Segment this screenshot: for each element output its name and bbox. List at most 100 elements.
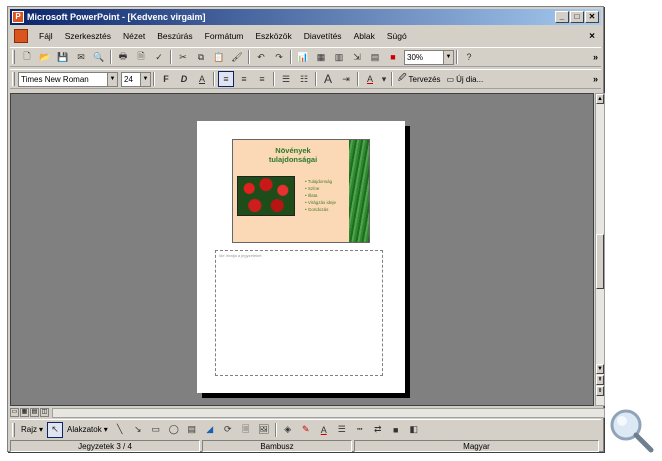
search-icon[interactable]: 🔍 xyxy=(91,49,107,65)
arrow-style-icon[interactable]: ⇄ xyxy=(370,422,386,438)
line-style-icon[interactable]: ☰ xyxy=(334,422,350,438)
cut-icon[interactable]: ✂ xyxy=(175,49,191,65)
font-size-select[interactable]: 24 ▼ xyxy=(121,71,151,87)
paste-icon[interactable]: 📋 xyxy=(211,49,227,65)
columns-icon[interactable]: ▥ xyxy=(331,49,347,65)
menu-tools[interactable]: Eszközök xyxy=(249,31,297,41)
copy-icon[interactable]: ⧉ xyxy=(193,49,209,65)
vertical-scrollbar[interactable]: ▲ ▼ ⇞ ⇟ xyxy=(595,93,605,406)
select-pointer-icon[interactable]: ↖ xyxy=(47,421,64,438)
horizontal-scrollbar[interactable] xyxy=(52,407,605,418)
toolbar-overflow-icon[interactable]: » xyxy=(593,74,598,84)
3d-icon[interactable]: ◧ xyxy=(406,422,422,438)
color-icon[interactable]: ■ xyxy=(385,49,401,65)
draw-menu-button[interactable]: Rajz ▾ xyxy=(21,425,43,434)
grid-icon[interactable]: ▤ xyxy=(367,49,383,65)
rectangle-icon[interactable]: ▭ xyxy=(148,422,164,438)
autoshapes-button[interactable]: Alakzatok ▾ xyxy=(67,425,108,434)
minimize-button[interactable]: _ xyxy=(555,11,569,23)
menu-slideshow[interactable]: Diavetítés xyxy=(298,31,348,41)
menu-edit[interactable]: Szerkesztés xyxy=(59,31,117,41)
bullets-icon[interactable]: ☷ xyxy=(296,71,312,87)
menu-window[interactable]: Ablak xyxy=(348,31,381,41)
email-icon[interactable]: ✉ xyxy=(73,49,89,65)
next-slide-icon[interactable]: ⇟ xyxy=(596,386,604,396)
help-icon[interactable]: ? xyxy=(461,49,477,65)
menu-file[interactable]: Fájl xyxy=(33,31,59,41)
spelling-icon[interactable]: ✓ xyxy=(151,49,167,65)
chevron-down-icon[interactable]: ▾ xyxy=(380,71,388,87)
menu-help[interactable]: Súgó xyxy=(381,31,413,41)
line-icon[interactable]: ╲ xyxy=(112,422,128,438)
menu-view[interactable]: Nézet xyxy=(117,31,151,41)
normal-view-button[interactable]: ▭ xyxy=(10,408,19,417)
table-icon[interactable]: ▦ xyxy=(313,49,329,65)
line-color-icon[interactable]: ✎ xyxy=(298,422,314,438)
notes-page[interactable]: Növények tulajdonságai • Tulajdonság • S… xyxy=(197,121,405,393)
oval-icon[interactable]: ◯ xyxy=(166,422,182,438)
print-icon[interactable]: 🖶 xyxy=(115,49,131,65)
previous-slide-icon[interactable]: ⇞ xyxy=(596,375,604,385)
numbering-icon[interactable]: ☰ xyxy=(278,71,294,87)
menu-insert[interactable]: Beszúrás xyxy=(151,31,198,41)
open-icon[interactable]: 📂 xyxy=(37,49,53,65)
slide-bullets: • Tulajdonság • Színe • Illata • Virágzá… xyxy=(305,178,336,213)
scroll-thumb[interactable] xyxy=(596,234,604,289)
scroll-down-icon[interactable]: ▼ xyxy=(596,364,604,374)
bold-button[interactable]: F xyxy=(158,71,174,87)
powerpoint-icon[interactable]: P xyxy=(12,11,24,23)
wordart-icon[interactable]: ◢ xyxy=(202,422,218,438)
align-center-icon[interactable]: ≡ xyxy=(236,71,252,87)
new-slide-button[interactable]: ▭ Új dia... xyxy=(447,75,484,84)
font-color-button[interactable]: A xyxy=(362,71,378,87)
toolbar-overflow-icon[interactable]: » xyxy=(593,52,598,62)
restore-button[interactable]: □ xyxy=(570,11,584,23)
indent-icon[interactable]: ⇥ xyxy=(338,71,354,87)
dash-style-icon[interactable]: ┅ xyxy=(352,422,368,438)
chevron-down-icon[interactable]: ▼ xyxy=(140,72,150,86)
slide-thumbnail[interactable]: Növények tulajdonságai • Tulajdonság • S… xyxy=(232,139,370,243)
undo-icon[interactable]: ↶ xyxy=(253,49,269,65)
autoshapes-label: Alakzatok xyxy=(67,425,102,434)
outline-view-button[interactable]: ▤ xyxy=(30,408,39,417)
text-color-icon[interactable]: A xyxy=(316,422,332,438)
slideshow-view-button[interactable]: ◫ xyxy=(40,408,49,417)
shadow-icon[interactable]: ■ xyxy=(388,422,404,438)
zoom-select[interactable]: 30% ▼ xyxy=(404,49,454,65)
sorter-view-button[interactable]: ▦ xyxy=(20,408,29,417)
redo-icon[interactable]: ↷ xyxy=(271,49,287,65)
menu-format[interactable]: Formátum xyxy=(199,31,250,41)
chart-icon[interactable]: 📊 xyxy=(295,49,311,65)
chevron-down-icon[interactable]: ▼ xyxy=(107,72,117,86)
status-page: Jegyzetek 3 / 4 xyxy=(10,440,200,452)
diagram-icon[interactable]: ⟳ xyxy=(220,422,236,438)
textbox-icon[interactable]: ▤ xyxy=(184,422,200,438)
picture-icon[interactable]: 🖼 xyxy=(256,422,272,438)
font-grow-button[interactable]: A xyxy=(320,71,336,87)
title-bar[interactable]: P Microsoft PowerPoint - [Kedvenc virgai… xyxy=(10,9,601,25)
align-left-icon[interactable]: ≡ xyxy=(218,71,234,87)
scroll-up-icon[interactable]: ▲ xyxy=(596,94,604,104)
arrow-icon[interactable]: ↘ xyxy=(130,422,146,438)
preview-icon[interactable]: 🗎 xyxy=(133,49,149,65)
toolbar-grip[interactable] xyxy=(12,72,15,86)
notes-page-workspace[interactable]: Növények tulajdonságai • Tulajdonság • S… xyxy=(10,93,594,406)
new-icon[interactable]: 🗋 xyxy=(19,49,35,65)
expand-icon[interactable]: ⇲ xyxy=(349,49,365,65)
align-right-icon[interactable]: ≡ xyxy=(254,71,270,87)
fill-color-icon[interactable]: ◈ xyxy=(280,422,296,438)
design-button[interactable]: 🖉 Tervezés xyxy=(398,72,441,86)
chevron-down-icon[interactable]: ▼ xyxy=(443,50,453,64)
document-icon[interactable] xyxy=(14,29,28,43)
close-button[interactable]: ✕ xyxy=(585,11,599,23)
toolbar-grip[interactable] xyxy=(12,50,15,64)
format-painter-icon[interactable]: 🖌 xyxy=(229,49,245,65)
save-icon[interactable]: 💾 xyxy=(55,49,71,65)
toolbar-grip[interactable] xyxy=(12,422,15,437)
italic-button[interactable]: D xyxy=(176,71,192,87)
underline-button[interactable]: A xyxy=(194,71,210,87)
font-select[interactable]: Times New Roman ▼ xyxy=(18,71,118,87)
notes-placeholder-box[interactable]: Ide írhatja a jegyzeteket xyxy=(215,250,383,376)
clipart-icon[interactable]: 🗏 xyxy=(238,422,254,438)
document-close-button[interactable]: × xyxy=(589,31,595,42)
